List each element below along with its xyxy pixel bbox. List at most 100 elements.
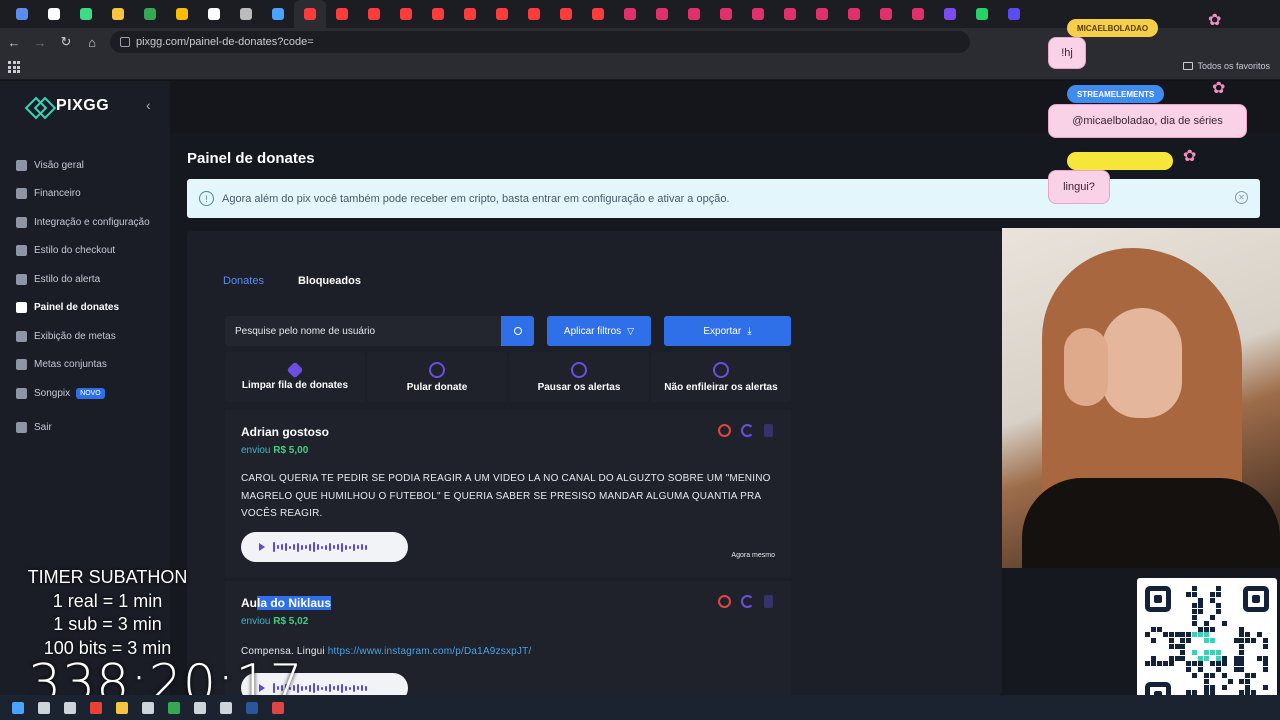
taskbar-app-icon[interactable] (220, 701, 232, 714)
pixgg-logo[interactable]: PIXGG (28, 97, 109, 115)
instagram-link[interactable]: https://www.instagram.com/p/Da1A9zsxpJT/ (328, 646, 532, 657)
browser-tab[interactable] (966, 0, 998, 28)
search-button[interactable] (501, 316, 534, 346)
play-icon[interactable] (259, 543, 265, 551)
browser-tab[interactable] (486, 0, 518, 28)
queue-action-button[interactable]: Limpar fila de donates (225, 352, 365, 402)
browser-tab[interactable] (422, 0, 454, 28)
browser-tab[interactable] (326, 0, 358, 28)
donation-message: CAROL QUERIA TE PEDIR SE PODIA REAGIR A … (241, 473, 771, 519)
sidebar-item[interactable]: Visão geral (16, 151, 166, 180)
apps-grid-icon[interactable] (8, 61, 20, 73)
sidebar-item[interactable]: Sair (16, 414, 166, 443)
block-icon[interactable] (718, 595, 731, 608)
browser-tab[interactable] (710, 0, 742, 28)
browser-tab[interactable] (678, 0, 710, 28)
taskbar-app-icon[interactable] (272, 701, 284, 714)
browser-tab[interactable] (454, 0, 486, 28)
queue-action-button[interactable]: Pular donate (367, 352, 507, 402)
skip-icon[interactable] (764, 595, 773, 608)
browser-tab[interactable] (6, 0, 38, 28)
qr-module (1263, 667, 1268, 673)
collapse-sidebar-icon[interactable]: ‹ (146, 97, 151, 113)
qr-module (1180, 638, 1186, 644)
browser-tab[interactable] (550, 0, 582, 28)
taskbar-app-icon[interactable] (142, 701, 154, 714)
waveform-bar (285, 543, 287, 551)
sidebar-item[interactable]: Exibição de metas (16, 322, 166, 351)
back-icon[interactable]: ← (2, 30, 26, 54)
taskbar-app-icon[interactable] (168, 701, 180, 714)
browser-tab[interactable] (102, 0, 134, 28)
browser-tab[interactable] (38, 0, 70, 28)
browser-tab[interactable] (134, 0, 166, 28)
home-icon[interactable]: ⌂ (80, 30, 104, 54)
browser-tab[interactable] (230, 0, 262, 28)
sidebar-item[interactable]: Metas conjuntas (16, 351, 166, 380)
qr-module (1257, 655, 1263, 661)
qr-module (1215, 603, 1221, 609)
browser-tab[interactable] (614, 0, 646, 28)
favicon-icon (912, 8, 924, 20)
all-favorites[interactable]: Todos os favoritos (1183, 61, 1270, 71)
audio-player[interactable] (241, 532, 408, 562)
browser-tab[interactable] (582, 0, 614, 28)
taskbar-app-icon[interactable] (116, 701, 128, 714)
browser-tab[interactable] (774, 0, 806, 28)
site-info-icon[interactable] (120, 37, 130, 47)
browser-tab[interactable] (166, 0, 198, 28)
close-notice-icon[interactable]: ✕ (1235, 191, 1248, 204)
skip-icon[interactable] (764, 424, 773, 437)
timer-title: TIMER SUBATHON (27, 567, 188, 587)
queue-action-button[interactable]: Não enfileirar os alertas (651, 352, 791, 402)
browser-tab[interactable] (870, 0, 902, 28)
export-button[interactable]: Exportar ⤓ (664, 316, 791, 346)
browser-tab[interactable] (358, 0, 390, 28)
sidebar-item[interactable]: Integração e configuração (16, 208, 166, 237)
browser-tab[interactable] (742, 0, 774, 28)
reload-icon[interactable]: ↻ (54, 30, 78, 54)
tab-bloqueados[interactable]: Bloqueados (280, 275, 377, 297)
taskbar-app-icon[interactable] (38, 701, 50, 714)
replay-icon[interactable] (741, 424, 754, 437)
browser-tab[interactable] (262, 0, 294, 28)
sidebar-item[interactable]: Estilo do alerta (16, 265, 166, 294)
taskbar-app-icon[interactable] (246, 701, 258, 714)
info-icon: ! (199, 191, 214, 206)
sidebar-item-label: Estilo do checkout (34, 245, 116, 257)
apply-filters-button[interactable]: Aplicar filtros ▽ (547, 316, 651, 346)
browser-tab[interactable] (198, 0, 230, 28)
taskbar-app-icon[interactable] (12, 701, 24, 714)
taskbar-app-icon[interactable] (64, 701, 76, 714)
url-field[interactable]: pixgg.com/painel-de-donates?code= (110, 31, 970, 53)
browser-tab[interactable] (294, 0, 326, 28)
sidebar-item-label: Sair (34, 422, 52, 434)
sidebar-item[interactable]: Financeiro (16, 180, 166, 209)
browser-tab[interactable] (518, 0, 550, 28)
username-search-input[interactable]: Pesquise pelo nome de usuário (225, 316, 502, 346)
block-icon[interactable] (718, 424, 731, 437)
sidebar-item-label: Metas conjuntas (34, 359, 107, 371)
taskbar-app-icon[interactable] (194, 701, 206, 714)
browser-tab[interactable] (998, 0, 1030, 28)
queue-action-button[interactable]: Pausar os alertas (509, 352, 649, 402)
forward-icon[interactable]: → (28, 30, 52, 54)
browser-tab[interactable] (70, 0, 102, 28)
sidebar-item[interactable]: Estilo do checkout (16, 237, 166, 266)
browser-tab[interactable] (646, 0, 678, 28)
browser-tab[interactable] (390, 0, 422, 28)
tab-donates[interactable]: Donates (205, 275, 280, 297)
taskbar-app-icon[interactable] (90, 701, 102, 714)
star-icon (16, 330, 27, 342)
palette-icon (16, 245, 27, 257)
browser-tab[interactable] (902, 0, 934, 28)
browser-tab[interactable] (806, 0, 838, 28)
sidebar-item[interactable]: Songpix NOVO (16, 379, 166, 408)
browser-tab[interactable] (934, 0, 966, 28)
replay-icon[interactable] (741, 595, 754, 608)
browser-tab[interactable] (838, 0, 870, 28)
qr-module (1209, 649, 1215, 655)
sidebar-item[interactable]: Painel de donates (16, 294, 166, 323)
qr-module (1233, 661, 1239, 667)
sidebar-item-label: Visão geral (34, 159, 84, 171)
